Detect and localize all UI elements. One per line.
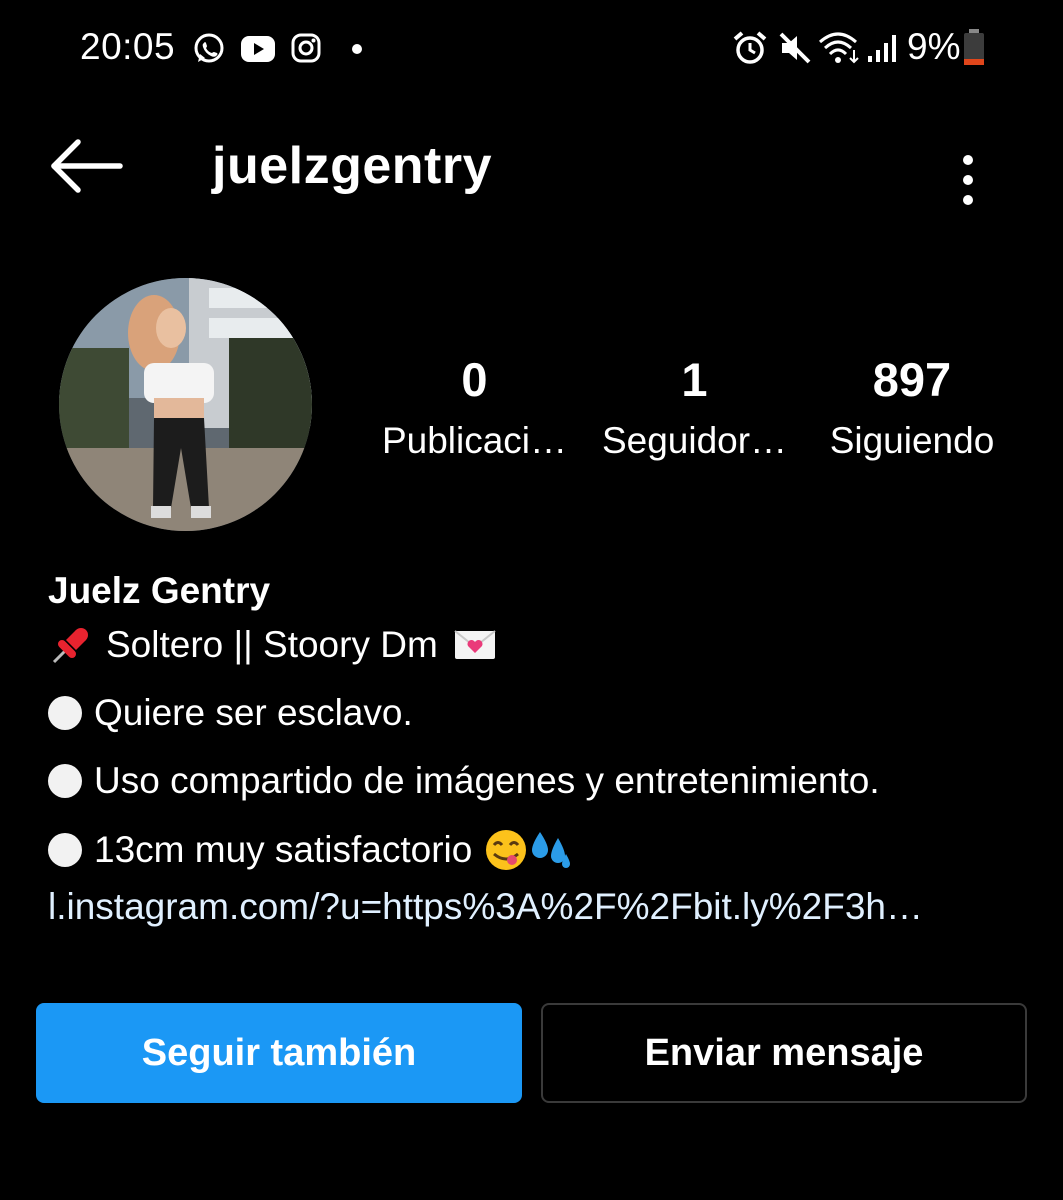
bio-text: Uso compartido de imágenes y entretenimi… bbox=[94, 760, 880, 801]
clock: 20:05 bbox=[80, 26, 176, 67]
alarm-icon bbox=[732, 30, 768, 71]
bio-line: Soltero || Stoory Dm bbox=[48, 622, 498, 668]
posts-label: Publicaci… bbox=[381, 420, 568, 461]
instagram-icon bbox=[290, 32, 322, 69]
bio-line: Uso compartido de imágenes y entretenimi… bbox=[48, 760, 880, 802]
profile-full-name: Juelz Gentry bbox=[48, 570, 271, 611]
bio-text: Soltero || Stoory Dm bbox=[106, 624, 438, 665]
whatsapp-icon bbox=[192, 32, 226, 71]
love-letter-emoji bbox=[454, 630, 496, 659]
bio-line: 13cm muy satisfactorio bbox=[48, 828, 574, 872]
status-bar: 20:05 9% bbox=[0, 0, 1063, 100]
bio-text: Quiere ser esclavo. bbox=[94, 692, 413, 733]
following-label: Siguiendo bbox=[829, 420, 995, 461]
profile-link[interactable]: l.instagram.com/?u=https%3A%2F%2Fbit.ly%… bbox=[48, 886, 923, 928]
mute-icon bbox=[778, 31, 812, 70]
bio-text: 13cm muy satisfactorio bbox=[94, 829, 473, 870]
followers-count[interactable]: 1 Seguidor… bbox=[592, 350, 797, 466]
bio-line: Quiere ser esclavo. bbox=[48, 692, 413, 734]
dot-icon bbox=[351, 42, 363, 60]
more-options-button[interactable] bbox=[940, 130, 996, 210]
posts-count[interactable]: 0 Publicaci… bbox=[372, 350, 577, 466]
wifi-icon bbox=[818, 30, 862, 71]
white-circle-emoji bbox=[48, 696, 82, 730]
pushpin-emoji bbox=[52, 628, 88, 664]
followers-number: 1 bbox=[681, 353, 708, 406]
sweat-droplets-emoji bbox=[532, 832, 571, 868]
follow-back-button[interactable]: Seguir también bbox=[36, 1003, 522, 1103]
app-bar: juelzgentry bbox=[0, 110, 1063, 220]
posts-number: 0 bbox=[461, 353, 488, 406]
battery-icon bbox=[962, 28, 986, 73]
white-circle-emoji bbox=[48, 833, 82, 867]
profile-avatar[interactable] bbox=[59, 278, 312, 531]
back-button[interactable] bbox=[40, 132, 130, 202]
followers-label: Seguidor… bbox=[601, 420, 788, 461]
more-vertical-icon bbox=[963, 155, 973, 205]
signal-icon bbox=[866, 32, 898, 69]
back-arrow-icon bbox=[51, 139, 123, 193]
white-circle-emoji bbox=[48, 764, 82, 798]
battery-percent: 9% bbox=[907, 26, 961, 67]
following-count[interactable]: 897 Siguiendo bbox=[812, 350, 1012, 466]
send-message-button[interactable]: Enviar mensaje bbox=[541, 1003, 1027, 1103]
yum-face-emoji bbox=[486, 830, 527, 870]
youtube-icon bbox=[240, 34, 276, 69]
following-number: 897 bbox=[872, 353, 952, 406]
profile-username: juelzgentry bbox=[212, 137, 492, 195]
